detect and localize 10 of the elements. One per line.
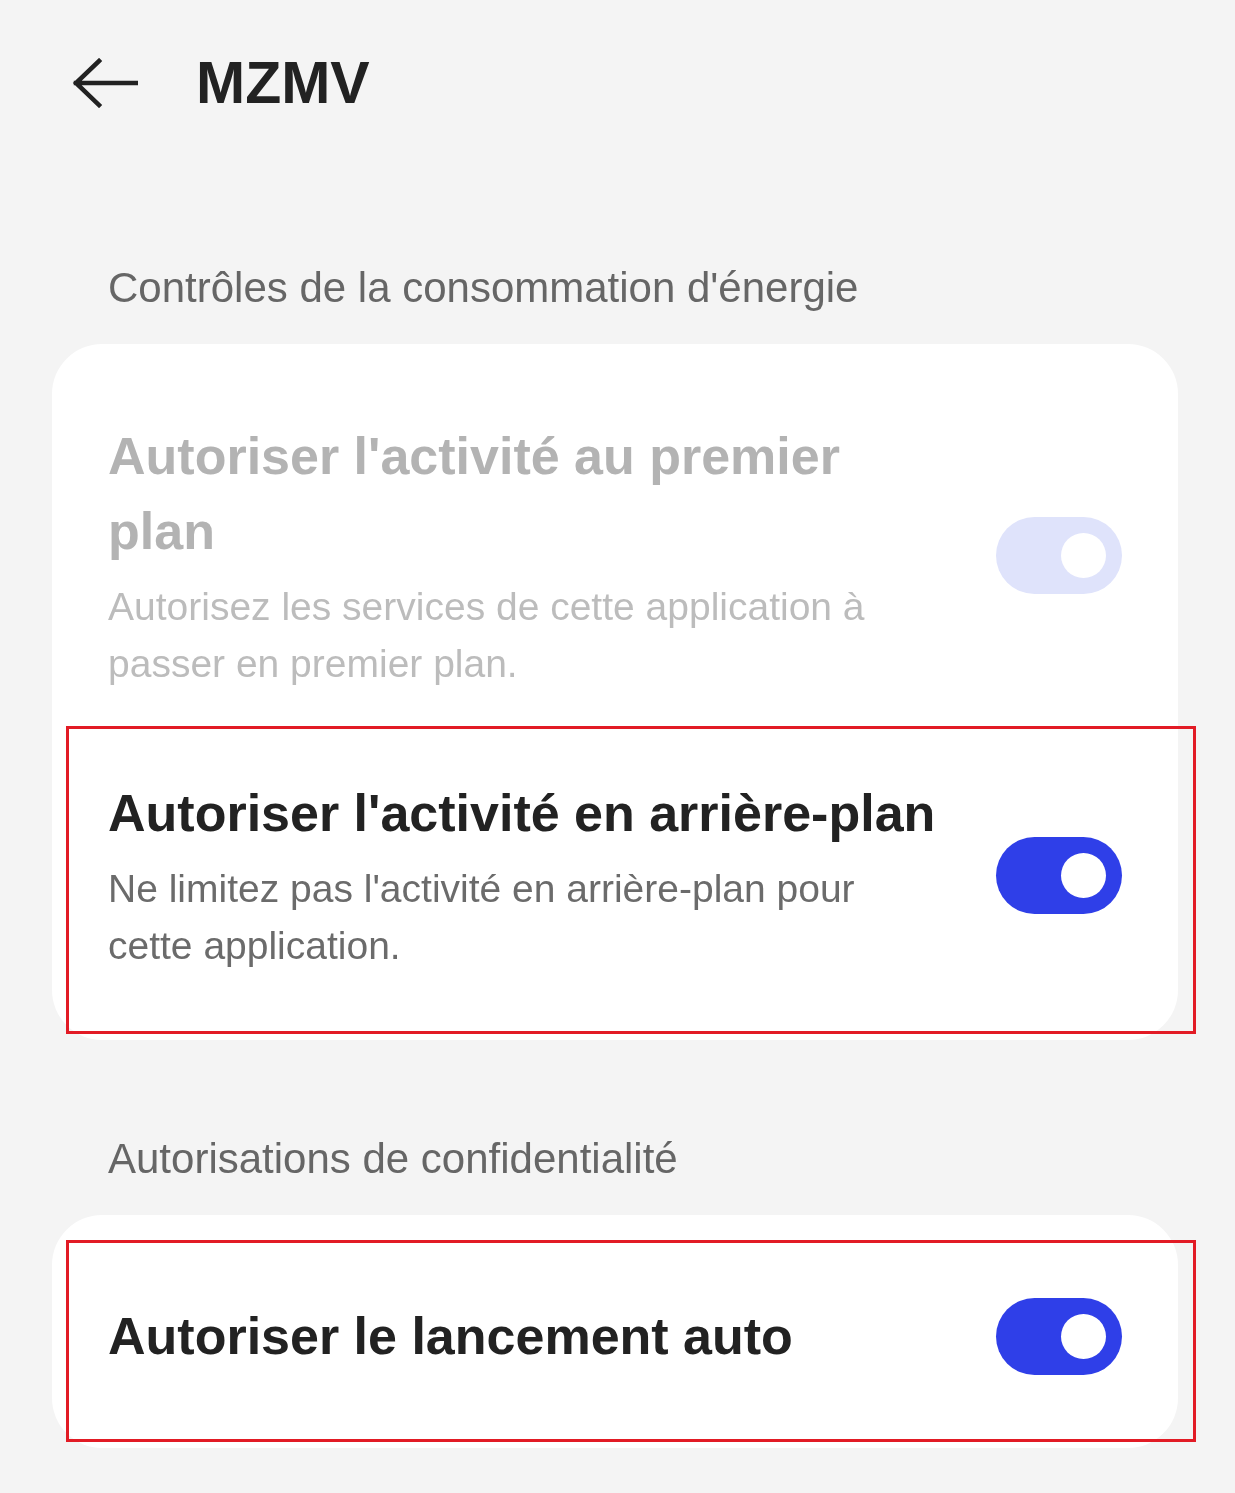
section-heading: Contrôles de la consommation d'énergie bbox=[107, 263, 860, 313]
section-heading: Autorisations de confidentialité bbox=[107, 1134, 679, 1184]
back-button[interactable] bbox=[72, 58, 138, 108]
setting-description: Autorisez les services de cette application à passer en premier plan. bbox=[108, 584, 866, 687]
setting-title: Autoriser le lancement auto bbox=[108, 1305, 794, 1367]
arrow-left-icon bbox=[72, 58, 138, 108]
screen-title: MZMV bbox=[196, 49, 370, 118]
setting-description: Ne limitez pas l'activité en arrière-plan pour cette application. bbox=[108, 866, 856, 969]
setting-title: Autoriser l'activité au premier plan bbox=[108, 426, 841, 562]
setting-title: Autoriser l'activité en arrière-plan bbox=[108, 783, 937, 844]
